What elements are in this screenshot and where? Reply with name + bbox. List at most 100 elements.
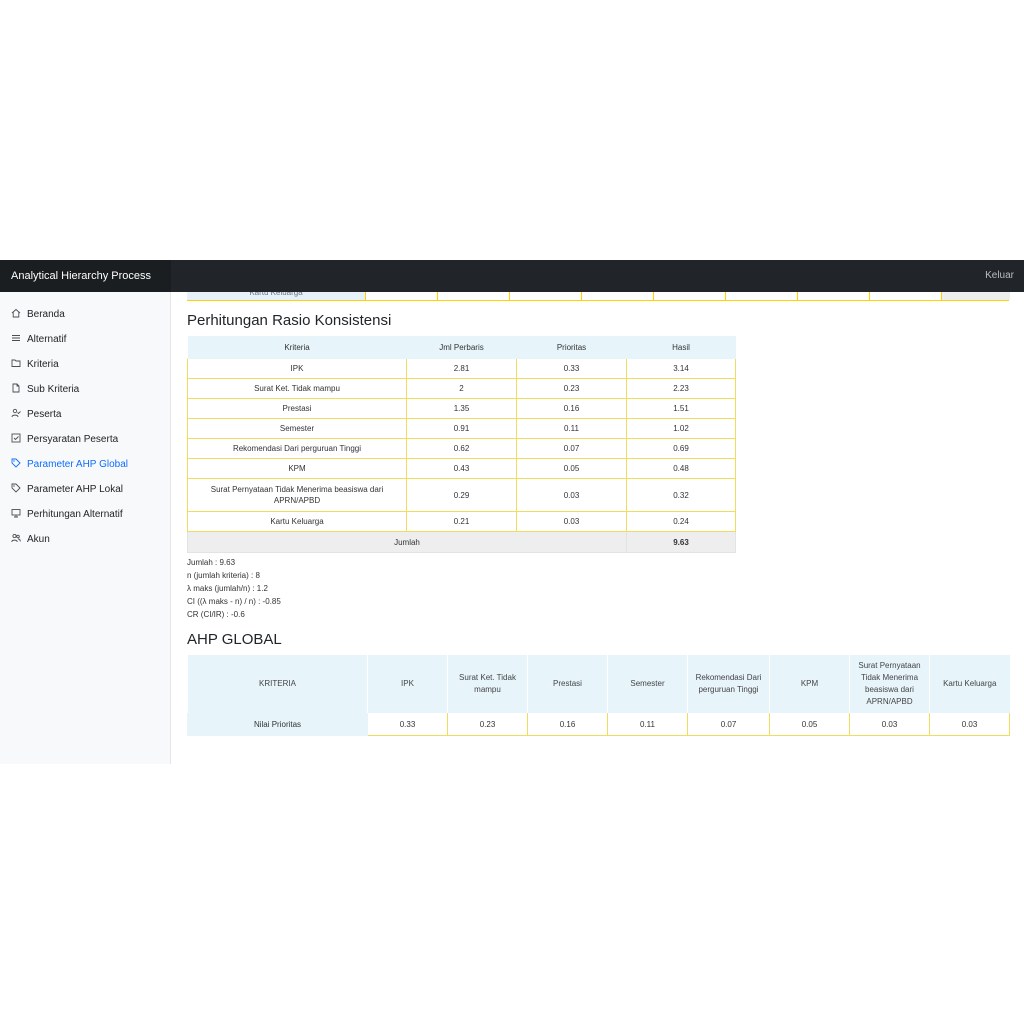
logout-link[interactable]: Keluar: [985, 260, 1014, 292]
column-header: Hasil: [626, 336, 736, 359]
column-header: Kartu Keluarga: [929, 655, 1010, 713]
table-row: Surat Pernyataan Tidak Menerima beasiswa…: [187, 478, 736, 512]
sidebar-item-label: Kriteria: [27, 359, 59, 370]
sidebar-item-alternatif[interactable]: Alternatif: [11, 332, 66, 348]
summary-line: n (jumlah kriteria) : 8: [187, 571, 260, 580]
table-cell: 0.03: [516, 478, 627, 512]
table-cell: 0.03: [929, 713, 1010, 736]
ahp-global-table: KRITERIA IPK Surat Ket. Tidak mampu Pres…: [187, 655, 1010, 736]
summary-line: Jumlah : 9.63: [187, 558, 236, 567]
column-header: Semester: [607, 655, 688, 713]
navbar-brand[interactable]: Analytical Hierarchy Process: [0, 260, 171, 292]
peek-cell: [725, 292, 798, 300]
table-cell: 0.33: [367, 713, 448, 736]
column-header: Kriteria: [187, 336, 407, 359]
sidebar-item-label: Parameter AHP Global: [27, 459, 128, 470]
sidebar-item-label: Sub Kriteria: [27, 384, 80, 395]
peek-cell: [869, 292, 942, 300]
peek-cell: [365, 292, 438, 300]
consistency-summary: Jumlah : 9.63 n (jumlah kriteria) : 8 λ …: [187, 556, 281, 621]
tag-icon: [11, 483, 21, 493]
table-row: Semester 0.91 0.11 1.02: [187, 418, 736, 439]
sidebar-item-label: Parameter AHP Lokal: [27, 484, 123, 495]
sidebar-item-parameter-ahp-lokal[interactable]: Parameter AHP Lokal: [11, 482, 123, 498]
sidebar-item-peserta[interactable]: Peserta: [11, 407, 61, 423]
table-cell: Rekomendasi Dari perguruan Tinggi: [187, 438, 407, 459]
table-cell: 0.03: [516, 511, 627, 532]
table-cell: 0.05: [769, 713, 850, 736]
sidebar-item-label: Perhitungan Alternatif: [27, 509, 123, 520]
column-header: KRITERIA: [187, 655, 368, 713]
user-check-icon: [11, 408, 21, 418]
peek-row-label: Kartu Keluarga: [187, 292, 365, 300]
table-cell: 0.32: [626, 478, 736, 512]
column-header: IPK: [367, 655, 448, 713]
home-icon: [11, 308, 21, 318]
sidebar-item-beranda[interactable]: Beranda: [11, 307, 65, 323]
table-cell: 0.05: [516, 458, 627, 479]
table-cell: 0.16: [516, 398, 627, 419]
total-value: 9.63: [626, 531, 736, 553]
table-cell: 0.91: [406, 418, 517, 439]
sidebar-item-parameter-ahp-global[interactable]: Parameter AHP Global: [11, 457, 128, 473]
table-cell: 2.23: [626, 378, 736, 399]
peek-cell: [509, 292, 582, 300]
peek-cell: [941, 292, 1010, 300]
previous-table-row-partial: Kartu Keluarga: [187, 292, 1010, 301]
table-row: Surat Ket. Tidak mampu 2 0.23 2.23: [187, 378, 736, 399]
peek-cell: [581, 292, 654, 300]
column-header: Jml Perbaris: [406, 336, 517, 359]
column-header: Prestasi: [527, 655, 608, 713]
peek-cell: [653, 292, 726, 300]
checkbox-icon: [11, 433, 21, 443]
table-header-row: KRITERIA IPK Surat Ket. Tidak mampu Pres…: [187, 655, 1010, 713]
sidebar-item-perhitungan-alternatif[interactable]: Perhitungan Alternatif: [11, 507, 123, 523]
table-cell: 0.03: [849, 713, 930, 736]
rasio-konsistensi-table: Kriteria Jml Perbaris Prioritas Hasil IP…: [187, 336, 736, 553]
column-header: Surat Ket. Tidak mampu: [447, 655, 528, 713]
sidebar-item-label: Akun: [27, 534, 50, 545]
table-cell: 0.11: [516, 418, 627, 439]
sidebar-item-sub-kriteria[interactable]: Sub Kriteria: [11, 382, 79, 398]
sidebar-item-label: Peserta: [27, 409, 62, 420]
table-cell: Surat Ket. Tidak mampu: [187, 378, 407, 399]
users-icon: [11, 533, 21, 543]
sidebar-item-kriteria[interactable]: Kriteria: [11, 357, 59, 373]
table-cell: 0.21: [406, 511, 517, 532]
monitor-icon: [11, 508, 21, 518]
column-header: KPM: [769, 655, 850, 713]
summary-line: λ maks (jumlah/n) : 1.2: [187, 584, 268, 593]
column-header: Surat Pernyataan Tidak Menerima beasiswa…: [849, 655, 930, 713]
table-row: Rekomendasi Dari perguruan Tinggi 0.62 0…: [187, 438, 736, 459]
summary-line: CR (CI/IR) : -0.6: [187, 610, 245, 619]
table-cell: Surat Pernyataan Tidak Menerima beasiswa…: [187, 478, 407, 512]
main-content: Kartu Keluarga Perhitungan Rasio Konsist…: [171, 292, 1024, 764]
table-cell: 1.02: [626, 418, 736, 439]
table-row: IPK 2.81 0.33 3.14: [187, 358, 736, 379]
table-cell: 0.48: [626, 458, 736, 479]
table-cell: 0.07: [516, 438, 627, 459]
table-row: Kartu Keluarga 0.21 0.03 0.24: [187, 511, 736, 532]
table-cell: 0.23: [447, 713, 528, 736]
table-cell: Semester: [187, 418, 407, 439]
peek-cell: [797, 292, 870, 300]
table-cell: 1.51: [626, 398, 736, 419]
table-cell: 3.14: [626, 358, 736, 379]
table-cell: Prestasi: [187, 398, 407, 419]
table-row: Prestasi 1.35 0.16 1.51: [187, 398, 736, 419]
table-cell: 2.81: [406, 358, 517, 379]
row-label: Nilai Prioritas: [187, 713, 368, 736]
section-title-rasio: Perhitungan Rasio Konsistensi: [187, 312, 392, 329]
table-cell: 0.11: [607, 713, 688, 736]
table-cell: 0.29: [406, 478, 517, 512]
table-cell: 0.62: [406, 438, 517, 459]
table-header-row: Kriteria Jml Perbaris Prioritas Hasil: [187, 336, 736, 359]
peek-cell: [437, 292, 510, 300]
section-title-global: AHP GLOBAL: [187, 631, 282, 648]
table-cell: 0.24: [626, 511, 736, 532]
table-cell: IPK: [187, 358, 407, 379]
sidebar-item-akun[interactable]: Akun: [11, 532, 50, 548]
tag-icon: [11, 458, 21, 468]
sidebar-item-persyaratan-peserta[interactable]: Persyaratan Peserta: [11, 432, 118, 448]
top-navbar: Analytical Hierarchy Process Keluar: [0, 260, 1024, 292]
